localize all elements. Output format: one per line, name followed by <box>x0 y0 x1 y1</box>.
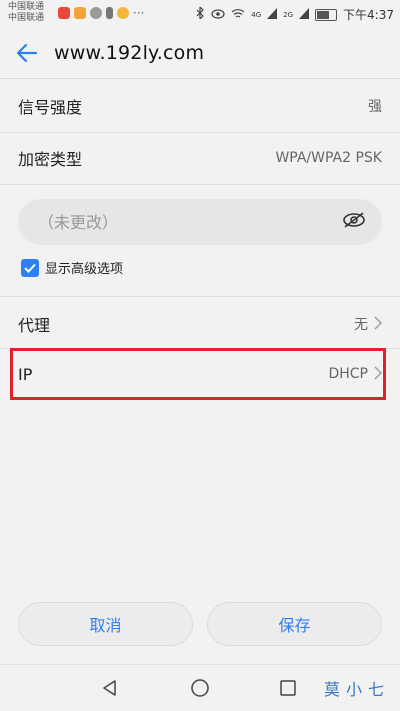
ip-row[interactable]: IP DHCP <box>0 348 400 400</box>
weibo-icon <box>117 7 129 19</box>
app-notification-icon <box>58 7 70 19</box>
proxy-row[interactable]: 代理 无 <box>0 298 400 350</box>
advanced-options-toggle[interactable]: 显示高级选项 <box>21 258 123 277</box>
advanced-options-checkbox[interactable] <box>21 258 39 277</box>
row-divider <box>0 184 400 185</box>
proxy-value-wrap: 无 <box>354 314 382 334</box>
password-field[interactable] <box>18 199 382 245</box>
watermark-text: 莫小七 <box>323 680 390 699</box>
chevron-right-icon <box>374 315 382 334</box>
app-notification-icon <box>74 7 86 19</box>
encryption-value: WPA/WPA2 PSK <box>275 150 382 166</box>
save-button[interactable]: 保存 <box>207 602 382 646</box>
ip-value-wrap: DHCP <box>328 365 382 384</box>
bluetooth-icon <box>195 5 205 22</box>
signal-2-label: 2G <box>283 10 294 19</box>
signal-strength-value: 强 <box>368 99 382 115</box>
app-bar: www.192ly.com <box>0 28 400 78</box>
proxy-value: 无 <box>354 317 368 333</box>
back-arrow-icon[interactable] <box>0 28 54 78</box>
notification-icons: ··· <box>58 6 144 20</box>
signal-strength-label: 信号强度 <box>18 98 83 117</box>
carrier-labels: 中国联通 中国联通 <box>8 2 44 24</box>
carrier-2: 中国联通 <box>8 13 45 23</box>
eye-comfort-icon <box>211 8 225 22</box>
wifi-icon <box>231 8 245 22</box>
status-bar: 中国联通 中国联通 ··· 4G 2G 下午4:37 <box>0 0 400 28</box>
signal-strength-row: 信号强度 强 <box>0 80 400 132</box>
status-right: 4G 2G 下午4:37 <box>195 5 394 23</box>
wechat-icon <box>90 7 102 19</box>
hide-password-eye-icon[interactable] <box>342 211 366 233</box>
proxy-label: 代理 <box>18 316 51 335</box>
advanced-options-label: 显示高级选项 <box>45 262 124 277</box>
signal-bars-icon <box>299 7 310 22</box>
battery-icon <box>315 8 338 21</box>
signal-1-label: 4G <box>251 10 262 19</box>
carrier-1: 中国联通 <box>8 2 45 12</box>
clock: 下午4:37 <box>343 8 394 22</box>
password-input[interactable] <box>36 211 300 233</box>
cancel-button[interactable]: 取消 <box>18 602 193 646</box>
row-divider <box>0 296 400 297</box>
chevron-right-icon <box>374 365 382 384</box>
signal-bars-icon <box>267 7 278 22</box>
nav-home-icon[interactable] <box>180 668 220 708</box>
header-divider <box>0 78 400 79</box>
nav-recents-icon[interactable] <box>268 668 308 708</box>
ip-value: DHCP <box>328 366 368 382</box>
more-icon: ··· <box>133 6 145 20</box>
encryption-label: 加密类型 <box>18 150 83 169</box>
encryption-row: 加密类型 WPA/WPA2 PSK <box>0 132 400 184</box>
page-title: www.192ly.com <box>54 42 205 64</box>
nav-back-icon[interactable] <box>90 668 130 708</box>
battery-app-icon <box>106 7 113 19</box>
ip-label: IP <box>18 364 33 384</box>
